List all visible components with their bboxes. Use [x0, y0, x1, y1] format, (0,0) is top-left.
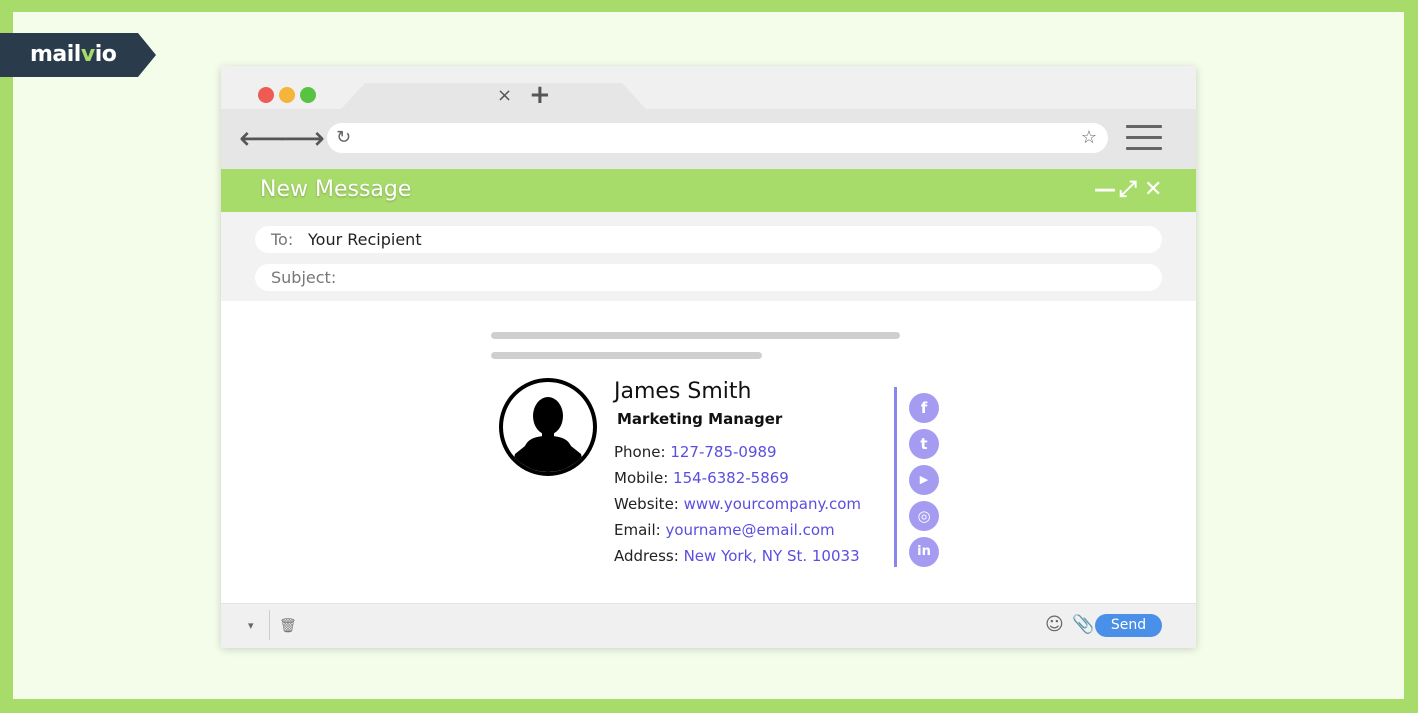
compose-title: New Message — [260, 177, 412, 202]
placeholder-text-line — [491, 332, 900, 339]
signature-name: James Smith — [614, 379, 752, 404]
placeholder-text-line — [491, 352, 762, 359]
address-label: Address: — [614, 547, 679, 565]
twitter-icon[interactable]: t — [909, 429, 939, 459]
signature-phone: Phone: 127-785-0989 — [614, 443, 777, 461]
instagram-icon[interactable]: ◎ — [909, 501, 939, 531]
hamburger-menu-icon[interactable] — [1126, 125, 1162, 158]
new-tab-icon[interactable]: + — [529, 82, 551, 108]
send-button[interactable]: Send — [1095, 614, 1162, 637]
youtube-icon[interactable]: ▶ — [909, 465, 939, 495]
arrow-right-icon[interactable]: ⟶ — [279, 121, 325, 155]
tab-close-icon[interactable]: × — [497, 86, 512, 106]
to-value[interactable]: Your Recipient — [308, 226, 422, 253]
trash-icon[interactable]: 🗑 — [279, 618, 297, 634]
expand-icon[interactable]: ⤢ — [1119, 177, 1137, 203]
subject-field[interactable]: Subject: — [255, 264, 1162, 291]
close-icon[interactable]: ✕ — [1144, 177, 1162, 203]
mobile-label: Mobile: — [614, 469, 669, 487]
message-body[interactable]: James Smith Marketing Manager Phone: 127… — [221, 301, 1196, 603]
star-icon[interactable]: ☆ — [1081, 126, 1097, 150]
tab-bar: × + — [221, 66, 1196, 109]
signature-role: Marketing Manager — [617, 410, 783, 428]
reload-icon[interactable]: ↻ — [336, 126, 351, 150]
arrow-left-icon[interactable]: ⟵ — [239, 121, 285, 155]
close-window-dot[interactable] — [258, 87, 274, 103]
subject-label: Subject: — [271, 268, 337, 287]
minimize-window-dot[interactable] — [279, 87, 295, 103]
compose-title-bar: New Message — ⤢ ✕ — [221, 169, 1196, 212]
footer-divider — [269, 610, 270, 640]
signature-website: Website: www.yourcompany.com — [614, 495, 861, 513]
avatar — [499, 378, 597, 476]
browser-tab[interactable] — [341, 83, 646, 109]
user-silhouette-icon — [511, 397, 585, 472]
address-link[interactable]: New York, NY St. 10033 — [684, 547, 860, 565]
website-link[interactable]: www.yourcompany.com — [684, 495, 861, 513]
facebook-icon[interactable]: f — [909, 393, 939, 423]
compose-header: To: Your Recipient Subject: — [221, 212, 1196, 301]
email-label: Email: — [614, 521, 661, 539]
website-label: Website: — [614, 495, 679, 513]
attachment-icon[interactable]: 📎 — [1072, 615, 1094, 635]
mailvio-logo: mailvio — [0, 33, 156, 77]
signature-email: Email: yourname@email.com — [614, 521, 835, 539]
signature-address: Address: New York, NY St. 10033 — [614, 547, 860, 565]
emoji-icon[interactable]: ☺ — [1045, 615, 1064, 635]
phone-label: Phone: — [614, 443, 666, 461]
to-label: To: — [271, 230, 294, 249]
zoom-window-dot[interactable] — [300, 87, 316, 103]
compose-footer: ▾ 🗑 ☺ 📎 Send — [221, 603, 1196, 648]
linkedin-icon[interactable]: in — [909, 537, 939, 567]
chevron-down-icon[interactable]: ▾ — [248, 619, 254, 632]
signature-mobile: Mobile: 154-6382-5869 — [614, 469, 789, 487]
browser-window: × + ⟵ ⟶ ↻ ☆ New Message — ⤢ ✕ To: Your R… — [221, 66, 1196, 648]
navigation-bar: ⟵ ⟶ ↻ ☆ — [221, 109, 1196, 169]
address-bar[interactable]: ↻ ☆ — [327, 123, 1108, 153]
to-field[interactable]: To: Your Recipient — [255, 226, 1162, 253]
signature-divider — [894, 387, 897, 567]
phone-link[interactable]: 127-785-0989 — [670, 443, 776, 461]
mobile-link[interactable]: 154-6382-5869 — [673, 469, 789, 487]
minimize-icon[interactable]: — — [1094, 177, 1116, 203]
email-link[interactable]: yourname@email.com — [665, 521, 834, 539]
